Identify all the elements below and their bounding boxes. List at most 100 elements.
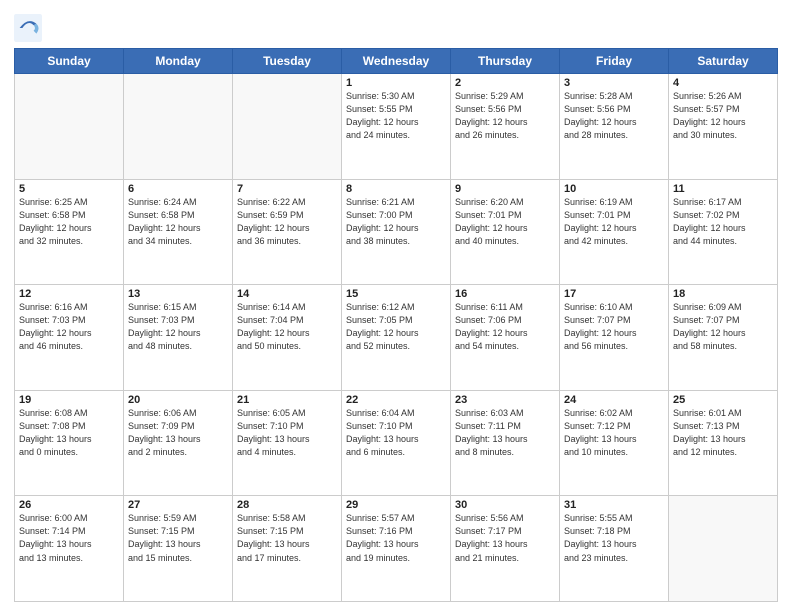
calendar-cell: 22Sunrise: 6:04 AMSunset: 7:10 PMDayligh… [342, 390, 451, 496]
calendar-cell [15, 74, 124, 180]
cell-details: Sunrise: 5:59 AMSunset: 7:15 PMDaylight:… [128, 512, 228, 564]
calendar-cell: 27Sunrise: 5:59 AMSunset: 7:15 PMDayligh… [124, 496, 233, 602]
cell-details: Sunrise: 5:29 AMSunset: 5:56 PMDaylight:… [455, 90, 555, 142]
day-number: 4 [673, 77, 773, 89]
day-number: 30 [455, 499, 555, 511]
calendar-week-row: 1Sunrise: 5:30 AMSunset: 5:55 PMDaylight… [15, 74, 778, 180]
cell-details: Sunrise: 5:30 AMSunset: 5:55 PMDaylight:… [346, 90, 446, 142]
calendar-cell: 10Sunrise: 6:19 AMSunset: 7:01 PMDayligh… [560, 179, 669, 285]
calendar-cell: 31Sunrise: 5:55 AMSunset: 7:18 PMDayligh… [560, 496, 669, 602]
day-number: 17 [564, 288, 664, 300]
calendar-cell: 6Sunrise: 6:24 AMSunset: 6:58 PMDaylight… [124, 179, 233, 285]
day-number: 5 [19, 183, 119, 195]
calendar-cell: 17Sunrise: 6:10 AMSunset: 7:07 PMDayligh… [560, 285, 669, 391]
calendar-cell [124, 74, 233, 180]
day-number: 15 [346, 288, 446, 300]
calendar-cell: 26Sunrise: 6:00 AMSunset: 7:14 PMDayligh… [15, 496, 124, 602]
calendar-day-header: Thursday [451, 49, 560, 74]
calendar-cell: 23Sunrise: 6:03 AMSunset: 7:11 PMDayligh… [451, 390, 560, 496]
day-number: 24 [564, 394, 664, 406]
calendar-cell: 5Sunrise: 6:25 AMSunset: 6:58 PMDaylight… [15, 179, 124, 285]
cell-details: Sunrise: 5:57 AMSunset: 7:16 PMDaylight:… [346, 512, 446, 564]
calendar-cell: 13Sunrise: 6:15 AMSunset: 7:03 PMDayligh… [124, 285, 233, 391]
cell-details: Sunrise: 6:24 AMSunset: 6:58 PMDaylight:… [128, 196, 228, 248]
cell-details: Sunrise: 6:01 AMSunset: 7:13 PMDaylight:… [673, 407, 773, 459]
calendar-cell: 4Sunrise: 5:26 AMSunset: 5:57 PMDaylight… [669, 74, 778, 180]
calendar-cell [233, 74, 342, 180]
cell-details: Sunrise: 6:22 AMSunset: 6:59 PMDaylight:… [237, 196, 337, 248]
cell-details: Sunrise: 6:14 AMSunset: 7:04 PMDaylight:… [237, 301, 337, 353]
cell-details: Sunrise: 6:10 AMSunset: 7:07 PMDaylight:… [564, 301, 664, 353]
cell-details: Sunrise: 6:17 AMSunset: 7:02 PMDaylight:… [673, 196, 773, 248]
cell-details: Sunrise: 6:09 AMSunset: 7:07 PMDaylight:… [673, 301, 773, 353]
calendar-day-header: Tuesday [233, 49, 342, 74]
calendar-cell: 19Sunrise: 6:08 AMSunset: 7:08 PMDayligh… [15, 390, 124, 496]
day-number: 8 [346, 183, 446, 195]
day-number: 23 [455, 394, 555, 406]
calendar-cell: 28Sunrise: 5:58 AMSunset: 7:15 PMDayligh… [233, 496, 342, 602]
day-number: 2 [455, 77, 555, 89]
calendar-cell: 12Sunrise: 6:16 AMSunset: 7:03 PMDayligh… [15, 285, 124, 391]
calendar-cell: 1Sunrise: 5:30 AMSunset: 5:55 PMDaylight… [342, 74, 451, 180]
cell-details: Sunrise: 6:02 AMSunset: 7:12 PMDaylight:… [564, 407, 664, 459]
cell-details: Sunrise: 5:58 AMSunset: 7:15 PMDaylight:… [237, 512, 337, 564]
day-number: 1 [346, 77, 446, 89]
day-number: 22 [346, 394, 446, 406]
calendar-cell: 16Sunrise: 6:11 AMSunset: 7:06 PMDayligh… [451, 285, 560, 391]
calendar-cell: 24Sunrise: 6:02 AMSunset: 7:12 PMDayligh… [560, 390, 669, 496]
calendar-day-header: Friday [560, 49, 669, 74]
calendar-day-header: Sunday [15, 49, 124, 74]
cell-details: Sunrise: 6:12 AMSunset: 7:05 PMDaylight:… [346, 301, 446, 353]
calendar-cell: 2Sunrise: 5:29 AMSunset: 5:56 PMDaylight… [451, 74, 560, 180]
calendar-cell: 30Sunrise: 5:56 AMSunset: 7:17 PMDayligh… [451, 496, 560, 602]
cell-details: Sunrise: 6:03 AMSunset: 7:11 PMDaylight:… [455, 407, 555, 459]
logo [14, 14, 46, 42]
day-number: 20 [128, 394, 228, 406]
cell-details: Sunrise: 6:19 AMSunset: 7:01 PMDaylight:… [564, 196, 664, 248]
page: SundayMondayTuesdayWednesdayThursdayFrid… [0, 0, 792, 612]
day-number: 7 [237, 183, 337, 195]
calendar-table: SundayMondayTuesdayWednesdayThursdayFrid… [14, 48, 778, 602]
cell-details: Sunrise: 5:26 AMSunset: 5:57 PMDaylight:… [673, 90, 773, 142]
calendar-day-header: Wednesday [342, 49, 451, 74]
cell-details: Sunrise: 5:56 AMSunset: 7:17 PMDaylight:… [455, 512, 555, 564]
cell-details: Sunrise: 5:28 AMSunset: 5:56 PMDaylight:… [564, 90, 664, 142]
calendar-cell: 21Sunrise: 6:05 AMSunset: 7:10 PMDayligh… [233, 390, 342, 496]
calendar-cell: 14Sunrise: 6:14 AMSunset: 7:04 PMDayligh… [233, 285, 342, 391]
day-number: 19 [19, 394, 119, 406]
calendar-cell: 9Sunrise: 6:20 AMSunset: 7:01 PMDaylight… [451, 179, 560, 285]
cell-details: Sunrise: 6:11 AMSunset: 7:06 PMDaylight:… [455, 301, 555, 353]
day-number: 12 [19, 288, 119, 300]
calendar-cell: 7Sunrise: 6:22 AMSunset: 6:59 PMDaylight… [233, 179, 342, 285]
day-number: 14 [237, 288, 337, 300]
cell-details: Sunrise: 6:05 AMSunset: 7:10 PMDaylight:… [237, 407, 337, 459]
day-number: 9 [455, 183, 555, 195]
day-number: 3 [564, 77, 664, 89]
calendar-week-row: 5Sunrise: 6:25 AMSunset: 6:58 PMDaylight… [15, 179, 778, 285]
cell-details: Sunrise: 6:06 AMSunset: 7:09 PMDaylight:… [128, 407, 228, 459]
day-number: 26 [19, 499, 119, 511]
calendar-week-row: 19Sunrise: 6:08 AMSunset: 7:08 PMDayligh… [15, 390, 778, 496]
calendar-header-row: SundayMondayTuesdayWednesdayThursdayFrid… [15, 49, 778, 74]
day-number: 29 [346, 499, 446, 511]
day-number: 16 [455, 288, 555, 300]
calendar-day-header: Monday [124, 49, 233, 74]
header [14, 10, 778, 42]
calendar-week-row: 26Sunrise: 6:00 AMSunset: 7:14 PMDayligh… [15, 496, 778, 602]
cell-details: Sunrise: 6:21 AMSunset: 7:00 PMDaylight:… [346, 196, 446, 248]
calendar-cell [669, 496, 778, 602]
calendar-cell: 15Sunrise: 6:12 AMSunset: 7:05 PMDayligh… [342, 285, 451, 391]
calendar-cell: 29Sunrise: 5:57 AMSunset: 7:16 PMDayligh… [342, 496, 451, 602]
calendar-cell: 18Sunrise: 6:09 AMSunset: 7:07 PMDayligh… [669, 285, 778, 391]
calendar-cell: 11Sunrise: 6:17 AMSunset: 7:02 PMDayligh… [669, 179, 778, 285]
day-number: 11 [673, 183, 773, 195]
calendar-cell: 3Sunrise: 5:28 AMSunset: 5:56 PMDaylight… [560, 74, 669, 180]
day-number: 31 [564, 499, 664, 511]
cell-details: Sunrise: 6:04 AMSunset: 7:10 PMDaylight:… [346, 407, 446, 459]
cell-details: Sunrise: 6:16 AMSunset: 7:03 PMDaylight:… [19, 301, 119, 353]
logo-icon [14, 14, 42, 42]
day-number: 13 [128, 288, 228, 300]
calendar-day-header: Saturday [669, 49, 778, 74]
day-number: 18 [673, 288, 773, 300]
day-number: 25 [673, 394, 773, 406]
